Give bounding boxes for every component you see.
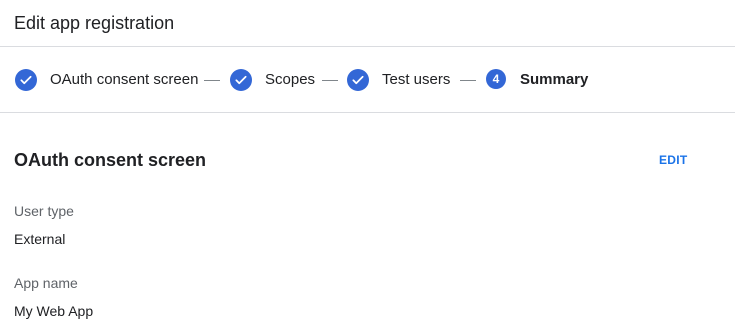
step-number-badge: 4: [486, 69, 506, 89]
user-type-label: User type: [14, 203, 74, 219]
page-title: Edit app registration: [14, 13, 175, 33]
step-scopes[interactable]: Scopes: [265, 70, 315, 90]
step-connector: [322, 80, 338, 81]
section-title: OAuth consent screen: [14, 150, 207, 170]
user-type-value: External: [14, 231, 66, 247]
step-connector: [460, 80, 476, 81]
check-icon: [230, 69, 252, 91]
stepper: OAuth consent screen Scopes Test users 4…: [0, 47, 735, 113]
check-icon: [15, 69, 37, 91]
check-icon: [347, 69, 369, 91]
step-summary[interactable]: Summary: [520, 70, 588, 90]
step-oauth-consent-screen[interactable]: OAuth consent screen: [50, 70, 198, 90]
step-test-users[interactable]: Test users: [382, 70, 450, 90]
step-connector: [204, 80, 220, 81]
app-name-label: App name: [14, 275, 78, 291]
edit-button[interactable]: EDIT: [659, 153, 688, 167]
app-name-value: My Web App: [14, 303, 94, 319]
page-header: Edit app registration: [0, 0, 735, 47]
